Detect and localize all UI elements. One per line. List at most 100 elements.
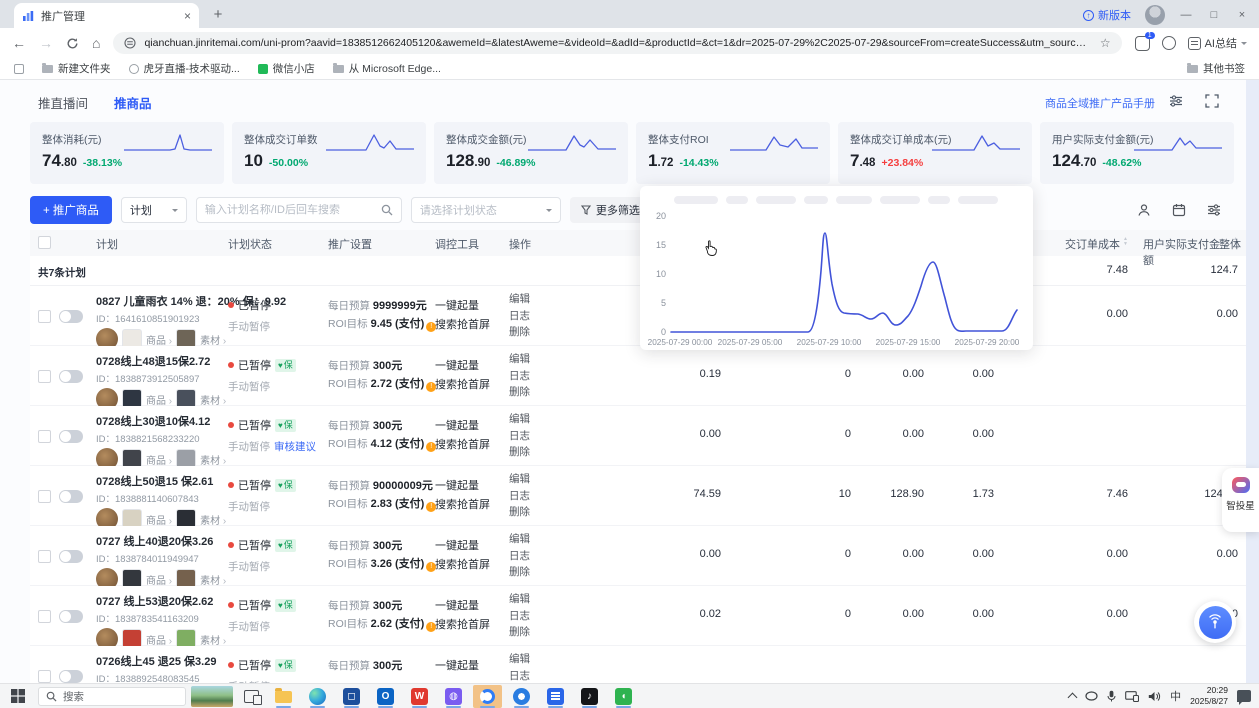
product-manual-link[interactable]: 商品全域推广产品手册: [1045, 95, 1155, 111]
row-checkbox[interactable]: [38, 550, 51, 563]
column-header-overall[interactable]: 整体: [1219, 236, 1241, 252]
tool-search[interactable]: 搜索抢首屏: [435, 376, 490, 395]
search-icon[interactable]: [381, 204, 393, 216]
metric-card-orders[interactable]: 整体成交订单数 10-50.00%: [232, 122, 426, 184]
delete-link[interactable]: 删除: [509, 564, 530, 581]
tray-mic-icon[interactable]: [1107, 690, 1116, 702]
row-toggle[interactable]: [59, 310, 83, 323]
material-link[interactable]: 素材: [200, 632, 226, 647]
row-checkbox[interactable]: [38, 370, 51, 383]
plan-name[interactable]: 0726线上45 退25 保3.29: [96, 653, 226, 669]
product-link[interactable]: 商品: [146, 332, 172, 347]
plan-type-select[interactable]: 计划: [121, 197, 187, 223]
tray-expand-icon[interactable]: [1068, 693, 1078, 703]
edit-link[interactable]: 编辑: [509, 471, 530, 488]
product-link[interactable]: 商品: [146, 392, 172, 407]
taskbar-docs-app[interactable]: [541, 685, 570, 708]
product-link[interactable]: 商品: [146, 452, 172, 467]
material-link[interactable]: 素材: [200, 392, 226, 407]
taskbar-search-box[interactable]: 搜索: [38, 687, 186, 706]
edit-link[interactable]: 编辑: [509, 651, 530, 668]
reading-list-icon[interactable]: [14, 64, 24, 74]
taskbar-edge-browser[interactable]: [303, 685, 332, 708]
tool-boost[interactable]: 一键起量: [435, 477, 490, 496]
log-link[interactable]: 日志: [509, 428, 530, 445]
calendar-icon[interactable]: [1172, 203, 1186, 217]
log-link[interactable]: 日志: [509, 548, 530, 565]
tool-search[interactable]: 搜索抢首屏: [435, 496, 490, 515]
column-header-order-cost[interactable]: 交订单成本▲▼: [1038, 236, 1128, 252]
extension-icon[interactable]: 1: [1135, 36, 1150, 51]
taskbar-file-explorer[interactable]: [269, 685, 298, 708]
bookmark-item[interactable]: 虎牙直播-技术驱动...: [129, 61, 240, 76]
column-settings-icon[interactable]: [1207, 203, 1221, 217]
address-bar[interactable]: qianchuan.jinritemai.com/uni-prom?aavid=…: [113, 32, 1121, 54]
product-link[interactable]: 商品: [146, 512, 172, 527]
new-tab-button[interactable]: +: [207, 3, 229, 25]
window-close-button[interactable]: ×: [1235, 9, 1249, 21]
plan-name[interactable]: 0728线上50退15 保2.61: [96, 473, 226, 489]
plan-name[interactable]: 0728线上30退10保4.12: [96, 413, 226, 429]
taskbar-purple-app[interactable]: ◍: [439, 685, 468, 708]
back-button[interactable]: ←: [12, 36, 26, 50]
new-version-button[interactable]: ↑新版本: [1083, 7, 1131, 23]
delete-link[interactable]: 删除: [509, 504, 530, 521]
tool-boost[interactable]: 一键起量: [435, 597, 490, 616]
row-toggle[interactable]: [59, 550, 83, 563]
home-button[interactable]: ⌂: [92, 36, 100, 50]
display-settings-icon[interactable]: [1169, 94, 1183, 108]
taskbar-douyin[interactable]: ♪: [575, 685, 604, 708]
column-header-status[interactable]: 计划状态: [228, 236, 272, 252]
other-bookmarks-button[interactable]: 其他书签: [1187, 61, 1245, 76]
row-checkbox[interactable]: [38, 430, 51, 443]
tray-volume-icon[interactable]: [1148, 691, 1161, 702]
notification-center-icon[interactable]: [1237, 690, 1251, 702]
row-toggle[interactable]: [59, 610, 83, 623]
product-link[interactable]: 商品: [146, 632, 172, 647]
delete-link[interactable]: 删除: [509, 384, 530, 401]
tool-boost[interactable]: 一键起量: [435, 657, 479, 676]
window-minimize-button[interactable]: —: [1179, 9, 1193, 21]
edit-link[interactable]: 编辑: [509, 351, 530, 368]
bookmark-item[interactable]: 新建文件夹: [42, 61, 111, 76]
tool-boost[interactable]: 一键起量: [435, 537, 490, 556]
tool-boost[interactable]: 一键起量: [435, 357, 490, 376]
material-link[interactable]: 素材: [200, 512, 226, 527]
more-filters-button[interactable]: 更多筛选: [570, 197, 651, 223]
tab-live-room[interactable]: 推直播间: [38, 93, 88, 112]
tab-close-icon[interactable]: ×: [184, 9, 191, 23]
fullscreen-icon[interactable]: [1205, 94, 1219, 108]
tool-boost[interactable]: 一键起量: [435, 417, 490, 436]
help-float-button[interactable]: [1194, 601, 1236, 643]
select-all-checkbox[interactable]: [38, 236, 51, 249]
plan-name[interactable]: 0827 儿童雨衣 14% 退：20% 保：9.92: [96, 293, 226, 309]
plan-name[interactable]: 0727 线上53退20保2.62: [96, 593, 226, 609]
browser-profile-avatar[interactable]: [1145, 5, 1165, 25]
tool-search[interactable]: 搜索抢首屏: [435, 436, 490, 455]
material-link[interactable]: 素材: [200, 452, 226, 467]
tool-search[interactable]: 搜索抢首屏: [435, 616, 490, 635]
metric-card-order-cost[interactable]: 整体成交订单成本(元) 7.48+23.84%: [838, 122, 1032, 184]
ai-assistant-tab[interactable]: 智投星: [1222, 468, 1259, 532]
delete-link[interactable]: 删除: [509, 444, 530, 461]
product-link[interactable]: 商品: [146, 572, 172, 587]
metric-card-gmv[interactable]: 整体成交金额(元) 128.90-46.89%: [434, 122, 628, 184]
row-toggle[interactable]: [59, 670, 83, 683]
browser-tab[interactable]: 推广管理 ×: [14, 3, 199, 28]
log-link[interactable]: 日志: [509, 488, 530, 505]
taskbar-wps[interactable]: W: [405, 685, 434, 708]
edit-link[interactable]: 编辑: [509, 291, 530, 308]
plan-name[interactable]: 0727 线上40退20保3.26: [96, 533, 226, 549]
plan-status-select[interactable]: 请选择计划状态: [411, 197, 561, 223]
extensions-menu-icon[interactable]: [1162, 36, 1176, 50]
taskbar-blue-circle-app[interactable]: [507, 685, 536, 708]
ai-summary-button[interactable]: AI总结: [1188, 35, 1247, 51]
customer-service-icon[interactable]: [1137, 203, 1151, 217]
column-header-settings[interactable]: 推广设置: [328, 236, 372, 252]
window-maximize-button[interactable]: □: [1207, 9, 1221, 21]
tool-search[interactable]: 搜索抢首屏: [435, 556, 490, 575]
row-checkbox[interactable]: [38, 670, 51, 683]
widget-weather-thumbnail[interactable]: [191, 686, 233, 707]
delete-link[interactable]: 删除: [509, 324, 530, 341]
edit-link[interactable]: 编辑: [509, 411, 530, 428]
